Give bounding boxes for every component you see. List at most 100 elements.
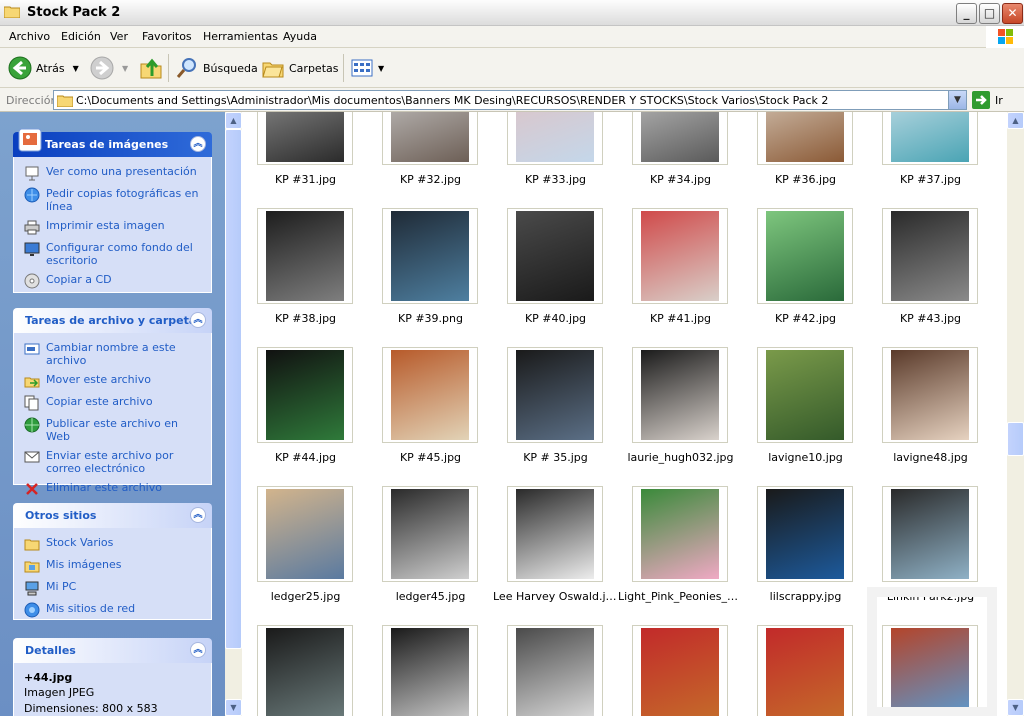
file-name-label[interactable]: KP #43.jpg — [868, 312, 993, 325]
search-button[interactable]: Búsqueda — [175, 56, 258, 80]
scroll-up-button[interactable]: ▲ — [1007, 112, 1024, 129]
close-button[interactable]: ✕ — [1002, 3, 1023, 24]
other-places-header[interactable]: Otros sitios ︽ — [13, 503, 212, 528]
file-name-label[interactable]: lavigne10.jpg — [743, 451, 868, 464]
thumbnail[interactable] — [507, 112, 603, 165]
task-copy-cd[interactable]: Copiar a CD — [24, 273, 203, 289]
back-dropdown-icon[interactable]: ▼ — [73, 64, 79, 73]
thumbnail[interactable] — [757, 112, 853, 165]
task-slideshow[interactable]: Ver como una presentación — [24, 165, 203, 181]
place-my-pictures[interactable]: Mis imágenes — [24, 558, 203, 574]
title-bar[interactable]: Stock Pack 2 _ □ ✕ — [0, 0, 1024, 26]
file-name-label[interactable]: lilscrappy.jpg — [743, 590, 868, 603]
file-name-label[interactable]: KP #38.jpg — [243, 312, 368, 325]
folders-button[interactable]: Carpetas — [261, 56, 338, 80]
menu-archivo[interactable]: Archivo — [9, 30, 50, 43]
collapse-chevron-icon[interactable]: ︽ — [190, 507, 206, 523]
collapse-chevron-icon[interactable]: ︽ — [190, 312, 206, 328]
file-name-label[interactable]: KP #41.jpg — [618, 312, 743, 325]
image-tasks-header[interactable]: Tareas de imágenes ︽ — [13, 128, 212, 157]
task-rename[interactable]: Cambiar nombre a este archivo — [24, 341, 203, 367]
place-stock-varios[interactable]: Stock Varios — [24, 536, 203, 552]
thumbnail[interactable] — [507, 625, 603, 716]
file-name-label[interactable]: ledger25.jpg — [243, 590, 368, 603]
task-pane-scrollbar[interactable]: ▲ ▼ — [225, 112, 242, 716]
menu-favoritos[interactable]: Favoritos — [142, 30, 192, 43]
task-publish-web[interactable]: Publicar este archivo en Web — [24, 417, 203, 443]
place-my-computer[interactable]: Mi PC — [24, 580, 203, 596]
thumbnail[interactable] — [757, 347, 853, 443]
maximize-button[interactable]: □ — [979, 3, 1000, 24]
thumbnail[interactable] — [382, 625, 478, 716]
thumbnail[interactable] — [632, 208, 728, 304]
thumbnail[interactable] — [382, 112, 478, 165]
file-name-label[interactable]: KP #34.jpg — [618, 173, 743, 186]
address-dropdown-button[interactable]: ▼ — [948, 91, 966, 109]
menu-edicion[interactable]: Edición — [61, 30, 101, 43]
collapse-chevron-icon[interactable]: ︽ — [190, 642, 206, 658]
file-name-label[interactable]: ledger45.jpg — [368, 590, 493, 603]
file-name-label[interactable]: KP #44.jpg — [243, 451, 368, 464]
file-name-label[interactable]: lavigne48.jpg — [868, 451, 993, 464]
thumbnail[interactable] — [632, 347, 728, 443]
forward-dropdown-icon[interactable]: ▼ — [122, 64, 128, 73]
back-button[interactable]: Atrás ▼ — [8, 56, 79, 80]
thumbnail[interactable] — [757, 208, 853, 304]
thumbnail[interactable] — [632, 486, 728, 582]
thumbnail[interactable] — [632, 625, 728, 716]
scroll-down-button[interactable]: ▼ — [1007, 699, 1024, 716]
menu-herramientas[interactable]: Herramientas — [203, 30, 278, 43]
thumbnail[interactable] — [257, 347, 353, 443]
file-view-scrollbar[interactable]: ▲ ▼ — [1007, 112, 1024, 716]
thumbnail[interactable] — [507, 347, 603, 443]
thumbnail[interactable] — [757, 486, 853, 582]
task-set-wallpaper[interactable]: Configurar como fondo del escritorio — [24, 241, 203, 267]
file-name-label[interactable]: KP #42.jpg — [743, 312, 868, 325]
minimize-button[interactable]: _ — [956, 3, 977, 24]
thumbnail[interactable] — [882, 347, 978, 443]
file-tasks-header[interactable]: Tareas de archivo y carpeta ︽ — [13, 308, 212, 333]
thumbnail[interactable] — [257, 625, 353, 716]
file-name-label[interactable]: KP #32.jpg — [368, 173, 493, 186]
thumbnail[interactable] — [507, 208, 603, 304]
menu-ayuda[interactable]: Ayuda — [283, 30, 317, 43]
collapse-chevron-icon[interactable]: ︽ — [190, 136, 206, 152]
thumbnail[interactable] — [257, 208, 353, 304]
thumbnail[interactable] — [507, 486, 603, 582]
task-copy[interactable]: Copiar este archivo — [24, 395, 203, 411]
forward-button[interactable]: ▼ — [90, 56, 128, 80]
thumbnail[interactable] — [382, 347, 478, 443]
task-move[interactable]: Mover este archivo — [24, 373, 203, 389]
menu-ver[interactable]: Ver — [110, 30, 128, 43]
scroll-down-button[interactable]: ▼ — [225, 699, 242, 716]
file-name-label[interactable]: KP #39.png — [368, 312, 493, 325]
task-email[interactable]: Enviar este archivo por correo electróni… — [24, 449, 203, 475]
place-network[interactable]: Mis sitios de red — [24, 602, 203, 618]
scroll-thumb[interactable] — [1007, 422, 1024, 456]
thumbnail[interactable] — [882, 112, 978, 165]
thumbnail[interactable] — [882, 208, 978, 304]
task-delete[interactable]: Eliminar este archivo — [24, 481, 203, 497]
scroll-thumb[interactable] — [225, 129, 242, 649]
thumbnail[interactable] — [882, 486, 978, 582]
file-name-label[interactable]: KP #31.jpg — [243, 173, 368, 186]
thumbnail[interactable] — [382, 486, 478, 582]
file-name-label[interactable]: laurie_hugh032.jpg — [618, 451, 743, 464]
scroll-up-button[interactable]: ▲ — [225, 112, 242, 129]
thumbnail[interactable] — [257, 112, 353, 165]
views-button[interactable]: ▼ — [350, 56, 384, 80]
file-name-label[interactable]: KP #37.jpg — [868, 173, 993, 186]
file-name-label[interactable]: Lee Harvey Oswald.jpg — [493, 590, 618, 603]
details-header[interactable]: Detalles ︽ — [13, 638, 212, 663]
file-name-label[interactable]: KP # 35.jpg — [493, 451, 618, 464]
file-name-label[interactable]: Light_Pink_Peonies_Fl... — [618, 590, 743, 603]
thumbnail[interactable] — [632, 112, 728, 165]
file-name-label[interactable]: KP #36.jpg — [743, 173, 868, 186]
file-name-label[interactable]: KP #33.jpg — [493, 173, 618, 186]
file-name-label[interactable]: KP #40.jpg — [493, 312, 618, 325]
up-folder-button[interactable] — [139, 56, 167, 80]
thumbnail[interactable] — [757, 625, 853, 716]
thumbnail[interactable] — [257, 486, 353, 582]
task-print-image[interactable]: Imprimir esta imagen — [24, 219, 203, 235]
address-input[interactable]: C:\Documents and Settings\Administrador\… — [53, 90, 967, 110]
